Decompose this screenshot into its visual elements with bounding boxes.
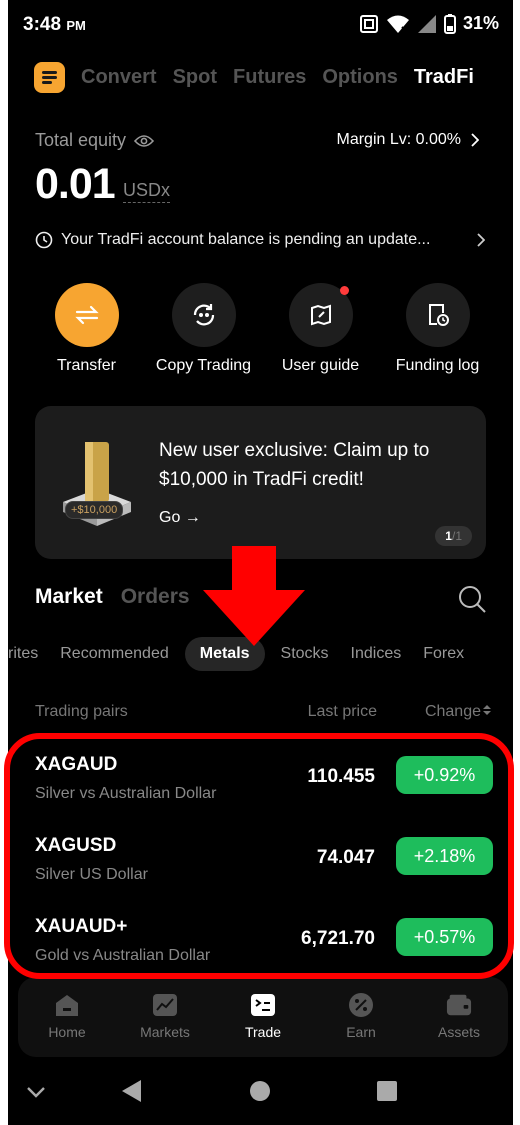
banner-pager: 1/1 (435, 526, 472, 546)
user-guide-icon (310, 304, 331, 326)
home-button-icon[interactable] (249, 1080, 271, 1102)
trade-icon (251, 994, 275, 1016)
status-bar: 3:48 PM 31% (8, 0, 513, 48)
sort-icon (483, 705, 491, 715)
promo-banner[interactable]: +$10,000 New user exclusive: Claim up to… (35, 406, 486, 559)
nav-markets[interactable]: Markets (125, 992, 205, 1040)
copy-trading-icon (193, 304, 214, 326)
tab-indices[interactable]: Indices (351, 645, 402, 663)
notification-dot (339, 286, 349, 295)
balance-notice[interactable]: Your TradFi account balance is pending a… (35, 231, 485, 249)
nfc-icon (359, 14, 378, 33)
margin-level[interactable]: Margin Lv: 0.00% (336, 131, 479, 149)
bottom-nav: Home Markets Trade Earn Assets (18, 977, 508, 1057)
chevron-right-icon (477, 233, 485, 247)
earn-icon (349, 993, 373, 1017)
equity-unit[interactable]: USDx (123, 180, 171, 203)
nav-assets[interactable]: Assets (419, 992, 499, 1040)
markets-icon (153, 994, 177, 1016)
recents-icon[interactable] (376, 1080, 398, 1102)
copy-trading-button[interactable]: Copy Trading (145, 283, 262, 376)
tab-options[interactable]: Options (322, 66, 398, 89)
wifi-icon (386, 15, 409, 33)
menu-logo-icon[interactable] (34, 61, 65, 93)
battery-icon (443, 13, 456, 34)
copy-trading-label: Copy Trading (155, 357, 252, 374)
tab-favorites[interactable]: rites (8, 645, 38, 663)
tab-spot[interactable]: Spot (173, 66, 217, 89)
home-icon (56, 995, 78, 1016)
transfer-label: Transfer (57, 357, 116, 374)
tab-convert[interactable]: Convert (81, 66, 157, 89)
col-change-sort[interactable]: Change (425, 703, 491, 721)
annotation-highlight-box (4, 733, 514, 979)
column-headers: Trading pairs Last price Change (35, 703, 491, 723)
tab-futures[interactable]: Futures (233, 66, 306, 89)
top-nav: Convert Spot Futures Options TradFi (34, 60, 513, 94)
tab-tradfi[interactable]: TradFi (414, 66, 474, 89)
quick-actions: Transfer Copy Trading User guide Funding… (28, 283, 505, 376)
tab-orders[interactable]: Orders (121, 585, 190, 609)
tab-stocks[interactable]: Stocks (281, 645, 329, 663)
tab-market[interactable]: Market (35, 585, 103, 609)
market-tabs: Market Orders (35, 585, 190, 609)
total-equity-label: Total equity (35, 130, 155, 151)
transfer-button[interactable]: Transfer (28, 283, 145, 376)
chevron-down-icon[interactable] (26, 1086, 46, 1098)
funding-log-icon (428, 304, 449, 326)
back-icon[interactable] (121, 1079, 143, 1103)
gold-bar-icon (63, 442, 131, 526)
eye-icon[interactable] (134, 134, 155, 148)
nav-earn[interactable]: Earn (321, 992, 401, 1040)
nav-home[interactable]: Home (27, 992, 107, 1040)
reward-tag: +$10,000 (65, 501, 124, 519)
status-time: 3:48 PM (23, 14, 86, 35)
signal-icon (417, 14, 436, 33)
battery-level: 31% (462, 13, 499, 33)
equity-value: 0.01 (35, 160, 116, 208)
tab-forex[interactable]: Forex (423, 645, 464, 663)
banner-title: New user exclusive: Claim up to $10,000 … (159, 440, 430, 490)
clock-icon (35, 231, 53, 249)
col-last-price: Last price (307, 703, 377, 720)
nav-trade[interactable]: Trade (223, 992, 303, 1040)
transfer-icon (74, 305, 99, 325)
notice-text: Your TradFi account balance is pending a… (61, 231, 431, 248)
assets-icon (446, 994, 472, 1016)
user-guide-button[interactable]: User guide (262, 283, 379, 376)
search-icon[interactable] (457, 584, 487, 614)
tab-recommended[interactable]: Recommended (60, 645, 169, 663)
chevron-right-icon (471, 133, 479, 147)
col-trading-pairs: Trading pairs (35, 703, 128, 720)
funding-log-button[interactable]: Funding log (379, 283, 496, 376)
banner-go-link[interactable]: Go → (159, 509, 201, 527)
funding-log-label: Funding log (395, 357, 480, 374)
annotation-arrow-icon (203, 546, 305, 646)
system-nav-bar (8, 1064, 513, 1125)
user-guide-label: User guide (281, 357, 360, 374)
